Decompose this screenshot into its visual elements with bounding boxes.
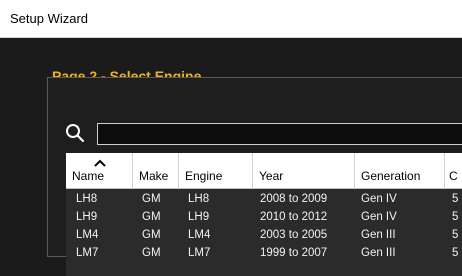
window-title: Setup Wizard bbox=[10, 11, 89, 26]
column-header-label: Year bbox=[259, 169, 284, 183]
table-cell: 5 bbox=[452, 211, 459, 223]
column-header-make[interactable]: Make bbox=[133, 153, 179, 189]
table-row[interactable]: LH8 GM LH8 2008 to 2009 Gen IV 5 bbox=[66, 191, 462, 209]
window-titlebar: Setup Wizard bbox=[0, 0, 462, 38]
column-header-c[interactable]: C bbox=[445, 153, 462, 189]
search-icon[interactable] bbox=[65, 123, 85, 143]
column-header-generation[interactable]: Generation bbox=[355, 153, 445, 189]
table-cell: LH9 bbox=[188, 211, 210, 223]
table-cell: 2008 to 2009 bbox=[260, 193, 328, 205]
table-header: Name Make Engine Year Generation C bbox=[66, 153, 462, 189]
table-cell: LM7 bbox=[188, 247, 211, 259]
column-header-label: Engine bbox=[185, 169, 223, 183]
table-cell: 2003 to 2005 bbox=[260, 229, 328, 241]
column-header-engine[interactable]: Engine bbox=[179, 153, 253, 189]
table-cell: 5 bbox=[452, 229, 459, 241]
table-cell: LH9 bbox=[76, 211, 98, 223]
table-cell: Gen IV bbox=[361, 193, 397, 205]
table-cell: 1999 to 2007 bbox=[260, 247, 328, 259]
table-cell: LM4 bbox=[188, 229, 211, 241]
table-cell: LM7 bbox=[76, 247, 99, 259]
table-cell: Gen III bbox=[361, 247, 396, 259]
column-header-year[interactable]: Year bbox=[253, 153, 355, 189]
table-cell: LH8 bbox=[188, 193, 210, 205]
table-cell: LH8 bbox=[76, 193, 98, 205]
table-cell: GM bbox=[142, 229, 161, 241]
table-cell: GM bbox=[142, 193, 161, 205]
table-cell: 5 bbox=[452, 193, 459, 205]
table-cell: Gen III bbox=[361, 229, 396, 241]
table-cell: GM bbox=[142, 247, 161, 259]
table-cell: 5 bbox=[452, 247, 459, 259]
column-header-label: Make bbox=[139, 169, 169, 183]
table-row[interactable]: LM4 GM LM4 2003 to 2005 Gen III 5 bbox=[66, 227, 462, 245]
search-input[interactable] bbox=[97, 123, 462, 145]
column-header-label: C bbox=[449, 169, 458, 183]
column-header-label: Name bbox=[72, 169, 105, 183]
table-row[interactable]: LM7 GM LM7 1999 to 2007 Gen III 5 bbox=[66, 245, 462, 263]
table-cell: Gen IV bbox=[361, 211, 397, 223]
table-row[interactable]: LH9 GM LH9 2010 to 2012 Gen IV 5 bbox=[66, 209, 462, 227]
table-cell: LM4 bbox=[76, 229, 99, 241]
column-header-name[interactable]: Name bbox=[66, 153, 133, 189]
table-cell: GM bbox=[142, 211, 161, 223]
column-header-label: Generation bbox=[361, 169, 421, 183]
table-cell: 2010 to 2012 bbox=[260, 211, 328, 223]
engine-table: Name Make Engine Year Generation C LH8 G… bbox=[66, 153, 462, 276]
sort-ascending-icon bbox=[94, 159, 106, 167]
